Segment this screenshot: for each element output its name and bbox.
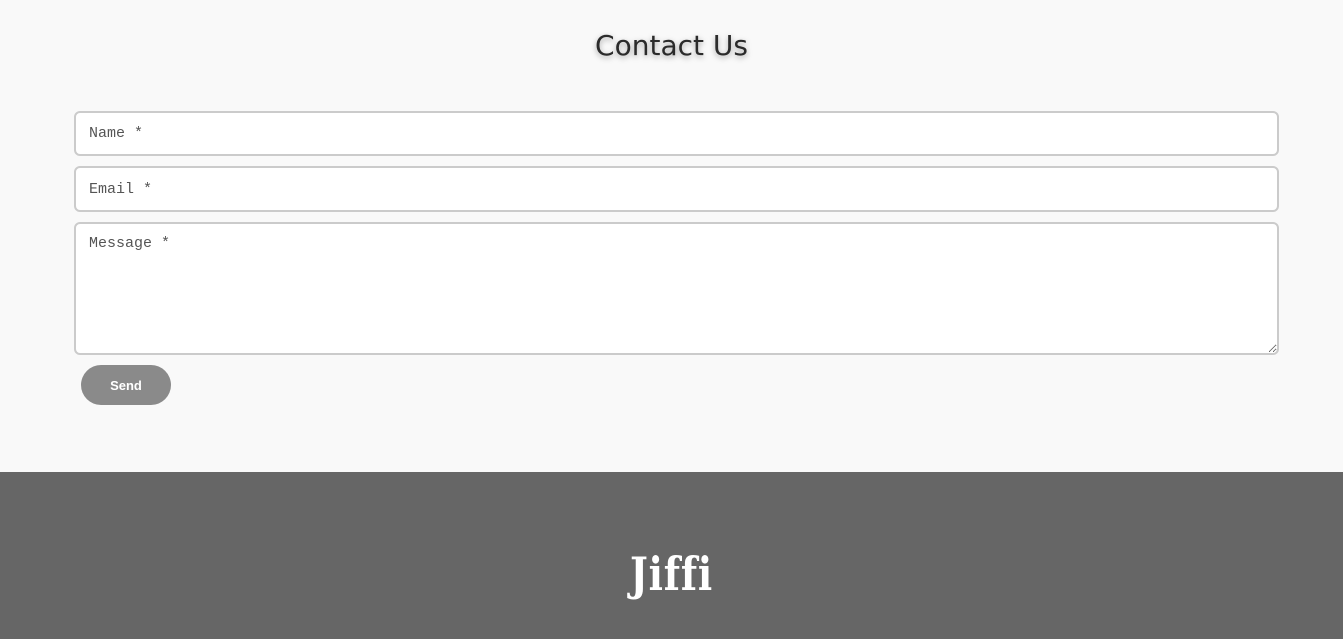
send-button[interactable]: Send <box>81 365 171 405</box>
message-textarea[interactable] <box>74 222 1279 355</box>
page-title: Contact Us <box>595 29 748 62</box>
footer: Jiffi <box>0 472 1343 639</box>
footer-logo[interactable]: Jiffi <box>121 544 1222 604</box>
contact-section: Contact Us Send <box>0 0 1343 472</box>
name-field[interactable] <box>74 111 1279 156</box>
email-field[interactable] <box>74 166 1279 212</box>
